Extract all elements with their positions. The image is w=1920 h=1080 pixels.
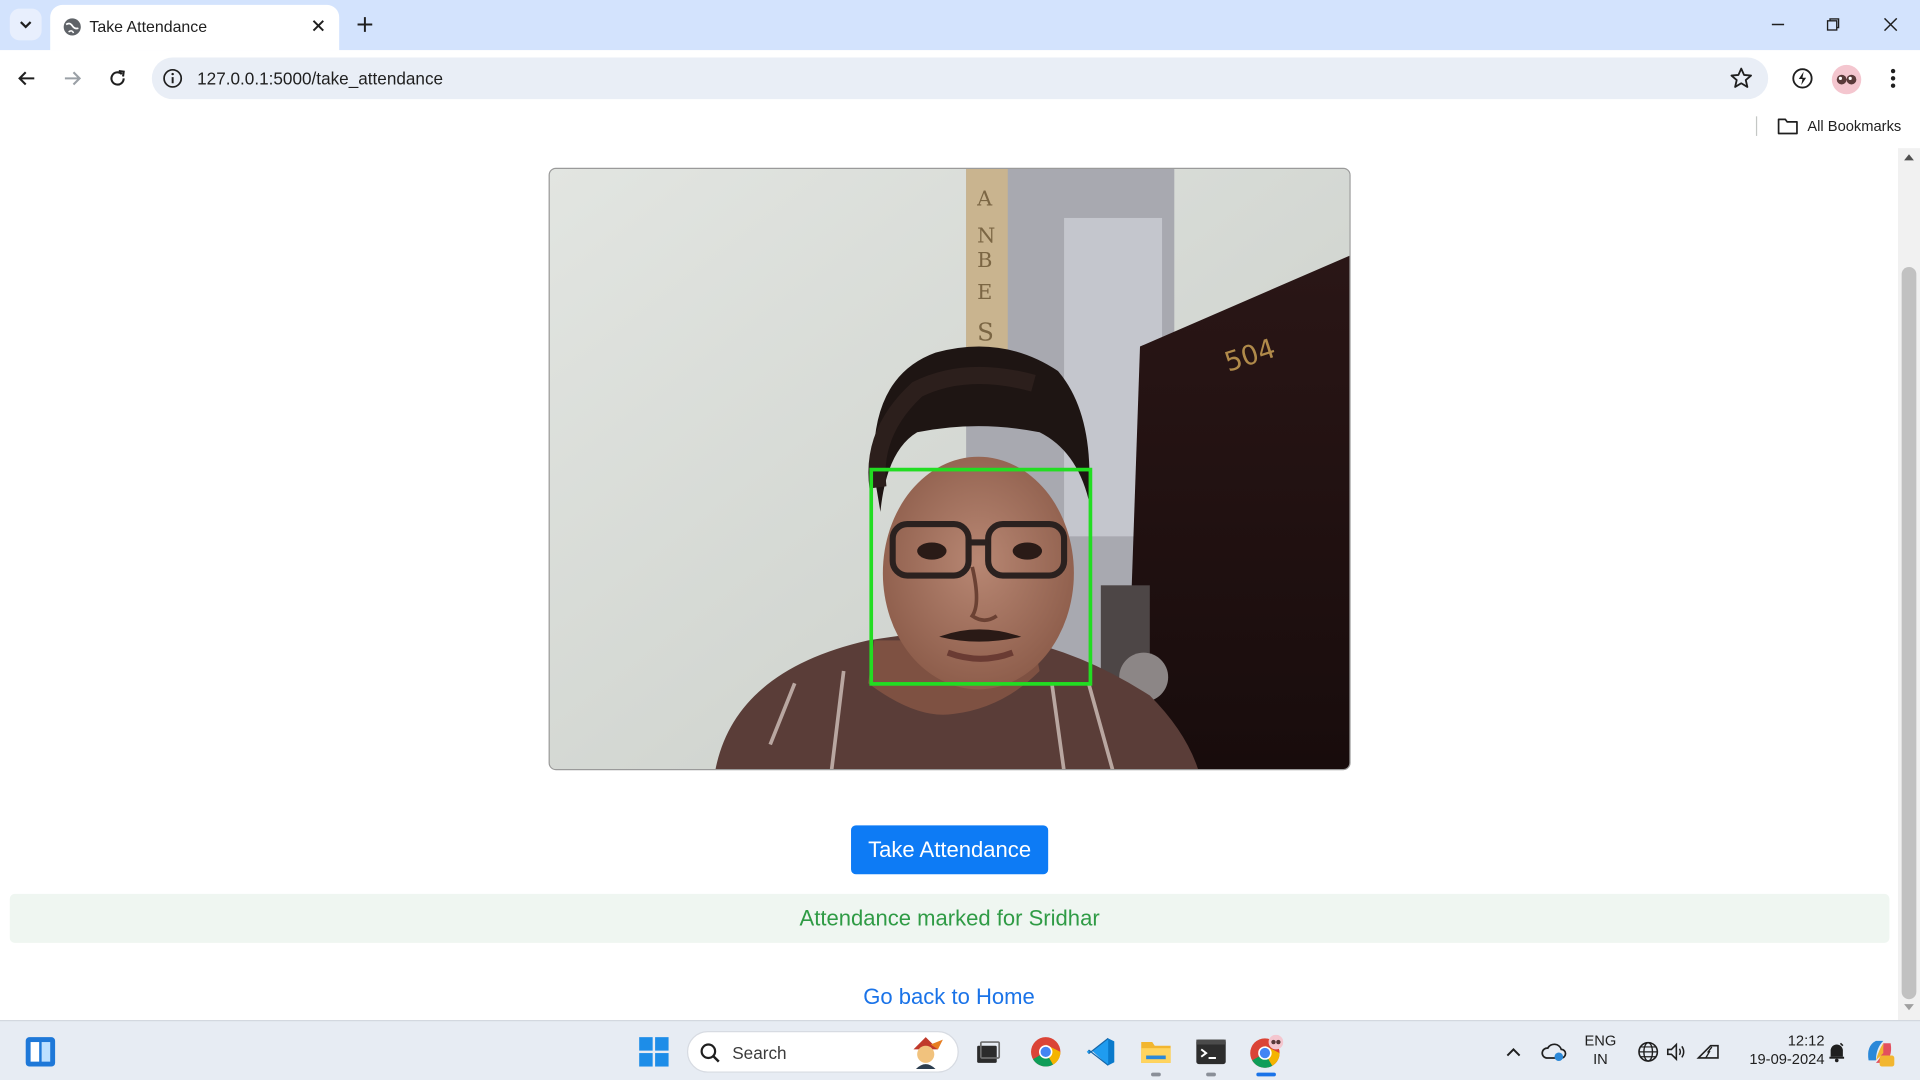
taskbar-chrome[interactable] (1029, 1035, 1063, 1069)
scroll-up-arrow-icon[interactable] (1904, 154, 1914, 161)
back-button[interactable] (11, 62, 43, 94)
avatar-glasses-icon (1836, 74, 1857, 85)
take-attendance-button[interactable]: Take Attendance (851, 825, 1049, 875)
globe-icon (63, 18, 81, 36)
all-bookmarks-link[interactable]: All Bookmarks (1807, 118, 1901, 135)
volume-icon (1666, 1042, 1685, 1062)
extension-icon (1792, 68, 1813, 89)
extension-button[interactable] (1788, 64, 1817, 93)
browser-toolbar: 127.0.0.1:5000/take_attendance (0, 50, 1920, 107)
new-tab-button[interactable] (351, 11, 378, 38)
restore-button[interactable] (1818, 10, 1847, 39)
notification-icon (1829, 1042, 1845, 1063)
window-close-button[interactable] (1876, 10, 1905, 39)
file-explorer-running-indicator (1151, 1072, 1161, 1077)
screen: Take Attendance 127.0.0.1:5000/take_atte… (0, 0, 1920, 1080)
chrome-icon (1250, 1034, 1284, 1068)
scrollbar-thumb[interactable] (1901, 266, 1917, 1000)
browser-tab-strip: Take Attendance (0, 0, 1920, 51)
minimize-button[interactable] (1763, 10, 1792, 39)
copilot-icon (1868, 1040, 1895, 1067)
onedrive-icon (1541, 1043, 1567, 1062)
svg-text:N: N (977, 223, 995, 247)
restore-icon (1826, 18, 1840, 31)
reload-icon (110, 69, 125, 86)
chevron-up-icon (1506, 1048, 1521, 1057)
plus-icon (357, 17, 373, 32)
svg-text:B: B (977, 248, 992, 272)
svg-text:S: S (977, 317, 994, 346)
notification-button[interactable] (1820, 1035, 1854, 1069)
windows-taskbar: Search ENG IN 12:12 19-09-2024 (0, 1020, 1920, 1080)
language-line-1: ENG (1584, 1032, 1617, 1050)
attendance-status-text: Attendance marked for Sridhar (799, 905, 1100, 931)
page-scrollbar[interactable] (1897, 148, 1920, 1021)
file-explorer-icon (1141, 1042, 1171, 1063)
scroll-down-arrow-icon[interactable] (1904, 1004, 1914, 1011)
chrome-icon (1031, 1037, 1061, 1067)
minimize-icon (1771, 23, 1785, 26)
tab-title: Take Attendance (89, 17, 208, 36)
taskbar-search-box[interactable]: Search (686, 1031, 959, 1073)
go-back-home-link[interactable]: Go back to Home (0, 984, 1898, 1010)
clock-time: 12:12 (1787, 1032, 1825, 1050)
detected-face-box (869, 467, 1093, 686)
webcam-video-feed: A N B E S 504 (548, 167, 1351, 771)
vscode-icon (1086, 1037, 1115, 1066)
taskbar-terminal[interactable] (1194, 1035, 1228, 1069)
menu-icon (1890, 68, 1896, 88)
clock[interactable]: 12:12 19-09-2024 (1731, 1032, 1824, 1069)
show-hidden-icons-button[interactable] (1496, 1035, 1530, 1069)
folder-icon[interactable] (1777, 116, 1799, 136)
taskbar-vscode[interactable] (1084, 1035, 1118, 1069)
battery-icon (1696, 1044, 1719, 1059)
home-link-text[interactable]: Go back to Home (863, 984, 1035, 1008)
onedrive-tray-button[interactable] (1537, 1035, 1571, 1069)
address-bar[interactable]: 127.0.0.1:5000/take_attendance (151, 57, 1769, 100)
profile-avatar[interactable] (1831, 64, 1862, 95)
close-icon (312, 20, 324, 32)
windows-start-icon (639, 1037, 669, 1067)
language-line-2: IN (1593, 1050, 1608, 1068)
network-icon (1638, 1041, 1659, 1062)
widgets-button[interactable] (23, 1035, 57, 1069)
attendance-status-alert: Attendance marked for Sridhar (9, 893, 1890, 943)
info-icon (163, 68, 183, 88)
tab-search-button[interactable] (9, 8, 42, 41)
clock-date: 19-09-2024 (1749, 1050, 1825, 1068)
volume-button[interactable] (1659, 1035, 1693, 1069)
taskbar-search-label: Search (732, 1043, 787, 1063)
back-icon (18, 71, 35, 86)
task-view-button[interactable] (971, 1035, 1005, 1069)
widgets-icon (25, 1037, 56, 1067)
chrome-menu-button[interactable] (1878, 64, 1907, 93)
forward-button[interactable] (56, 62, 88, 94)
start-button[interactable] (637, 1035, 671, 1069)
bookmarks-separator (1755, 116, 1758, 136)
tab-search-icon (20, 21, 32, 29)
copilot-button[interactable] (1862, 1035, 1896, 1069)
close-icon (1883, 17, 1898, 32)
chrome-active-indicator (1256, 1072, 1276, 1077)
language-indicator[interactable]: ENG IN (1580, 1032, 1622, 1069)
url-text: 127.0.0.1:5000/take_attendance (197, 68, 444, 89)
taskbar-file-explorer[interactable] (1139, 1035, 1173, 1069)
forward-icon (64, 71, 82, 86)
bookmarks-bar: All Bookmarks (0, 106, 1920, 149)
svg-text:E: E (977, 280, 992, 304)
battery-button[interactable] (1691, 1035, 1725, 1069)
page-viewport: A N B E S 504 Take Attendance Attendance… (0, 148, 1898, 1021)
tab-close-button[interactable] (307, 15, 329, 37)
search-icon (700, 1043, 720, 1063)
star-icon[interactable] (1729, 66, 1753, 90)
tab-take-attendance[interactable]: Take Attendance (50, 4, 340, 51)
terminal-icon (1196, 1039, 1226, 1065)
reload-button[interactable] (102, 62, 134, 94)
taskbar-chrome-profile[interactable] (1249, 1034, 1284, 1069)
search-highlight-icon (913, 1037, 943, 1069)
terminal-running-indicator (1206, 1072, 1216, 1077)
svg-text:A: A (976, 187, 993, 211)
task-view-icon (977, 1041, 1001, 1063)
